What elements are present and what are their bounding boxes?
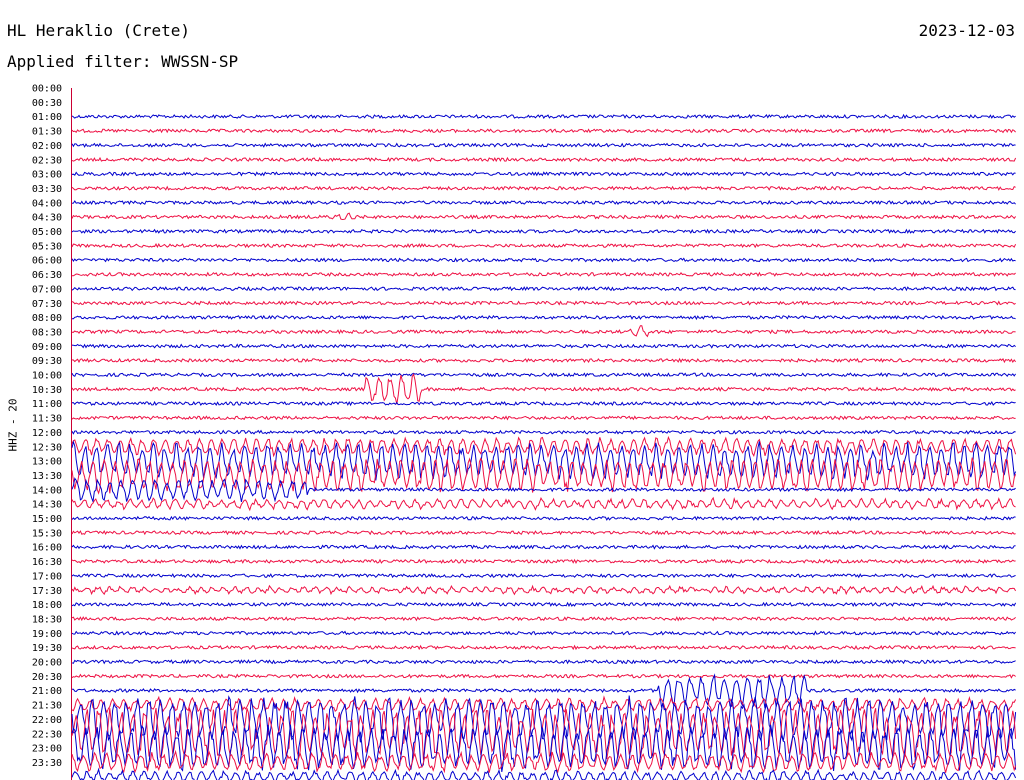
time-tick-label: 16:00 (32, 543, 62, 554)
trace-0530 (72, 271, 1016, 278)
trace-1530 (71, 558, 1016, 565)
trace-0900 (71, 372, 1017, 378)
time-tick-label: 00:30 (32, 98, 62, 109)
time-tick-label: 02:30 (32, 155, 62, 166)
time-tick-label: 20:30 (32, 672, 62, 683)
time-tick-label: 09:00 (32, 342, 62, 353)
time-tick-label: 20:00 (32, 658, 62, 669)
trace-0330 (71, 212, 1017, 221)
time-tick-label: 11:30 (32, 414, 62, 425)
time-tick-label: 14:30 (32, 500, 62, 511)
time-tick-label: 14:00 (32, 485, 62, 496)
time-tick-label: 13:30 (32, 471, 62, 482)
time-tick-label: 22:00 (32, 715, 62, 726)
trace-0700 (72, 314, 1016, 321)
trace-0300 (71, 199, 1016, 206)
time-tick-label: 16:30 (32, 557, 62, 568)
trace-0200 (71, 171, 1016, 177)
time-tick-label: 00:00 (32, 84, 62, 95)
trace-1800 (71, 630, 1016, 636)
time-tick-label: 18:30 (32, 614, 62, 625)
time-tick-label: 22:30 (32, 729, 62, 740)
time-tick-label: 21:30 (32, 701, 62, 712)
time-tick-label: 17:30 (32, 586, 62, 597)
time-tick-label: 23:30 (32, 758, 62, 769)
trace-1600 (71, 573, 1016, 579)
trace-0830 (71, 357, 1016, 364)
trace-0430 (71, 243, 1017, 249)
trace-1930 (71, 673, 1016, 679)
time-tick-label: 03:00 (32, 170, 62, 181)
time-tick-label: 10:00 (32, 371, 62, 382)
trace-0400 (71, 228, 1016, 234)
trace-0000 (71, 113, 1016, 120)
trace-0130 (71, 156, 1017, 163)
trace-1630 (71, 584, 1017, 596)
time-tick-label: 23:00 (32, 744, 62, 755)
time-tick-label: 12:00 (32, 428, 62, 439)
trace-0930 (71, 373, 1016, 405)
trace-1500 (71, 544, 1016, 550)
time-tick-label: 09:30 (32, 356, 62, 367)
time-tick-label: 02:00 (32, 141, 62, 152)
trace-0630 (71, 300, 1016, 306)
trace-1300 (71, 477, 1016, 504)
time-tick-label: 06:00 (32, 256, 62, 267)
trace-1330 (71, 496, 1016, 512)
time-tick-label: 05:00 (32, 227, 62, 238)
trace-1400 (71, 515, 1016, 522)
trace-0230 (71, 185, 1016, 191)
time-tick-label: 15:00 (32, 514, 62, 525)
trace-1100 (71, 429, 1016, 435)
trace-0800 (71, 343, 1016, 349)
time-tick-label: 10:30 (32, 385, 62, 396)
time-tick-label: 08:30 (32, 327, 62, 338)
trace-1230 (71, 457, 1017, 495)
trace-1830 (71, 644, 1016, 651)
trace-1030 (71, 415, 1016, 421)
time-tick-label: 15:30 (32, 528, 62, 539)
trace-0730 (71, 325, 1016, 338)
trace-group (71, 113, 1017, 780)
trace-0030 (71, 128, 1016, 134)
trace-1900 (71, 659, 1016, 665)
time-tick-label: 06:30 (32, 270, 62, 281)
time-tick-label: 12:30 (32, 442, 62, 453)
time-tick-label: 04:00 (32, 198, 62, 209)
time-tick-label: 18:00 (32, 600, 62, 611)
trace-1730 (71, 616, 1016, 622)
trace-1700 (71, 601, 1017, 608)
time-tick-labels: 00:00 00:30 01:00 01:30 02:00 02:30 03:00 03:30… (32, 84, 62, 769)
time-tick-label: 11:00 (32, 399, 62, 410)
time-tick-label: 08:00 (32, 313, 62, 324)
time-tick-label: 19:30 (32, 643, 62, 654)
time-tick-label: 17:00 (32, 571, 62, 582)
time-tick-label: 19:00 (32, 629, 62, 640)
trace-0600 (71, 286, 1016, 292)
trace-1200 (71, 440, 1017, 481)
time-tick-label: 01:00 (32, 112, 62, 123)
trace-0500 (71, 257, 1016, 263)
trace-1000 (71, 400, 1016, 407)
time-tick-label: 05:30 (32, 241, 62, 252)
time-tick-label: 03:30 (32, 184, 62, 195)
time-tick-label: 04:30 (32, 213, 62, 224)
trace-0100 (71, 142, 1016, 148)
seismogram-plot: 00:00 00:30 01:00 01:30 02:00 02:30 03:00 03:30… (32, 84, 1017, 780)
time-tick-label: 07:00 (32, 284, 62, 295)
trace-2300 (71, 767, 1017, 780)
time-tick-label: 07:30 (32, 299, 62, 310)
trace-1430 (71, 530, 1016, 536)
time-tick-label: 13:00 (32, 457, 62, 468)
time-tick-label: 21:00 (32, 686, 62, 697)
time-tick-label: 01:30 (32, 127, 62, 138)
